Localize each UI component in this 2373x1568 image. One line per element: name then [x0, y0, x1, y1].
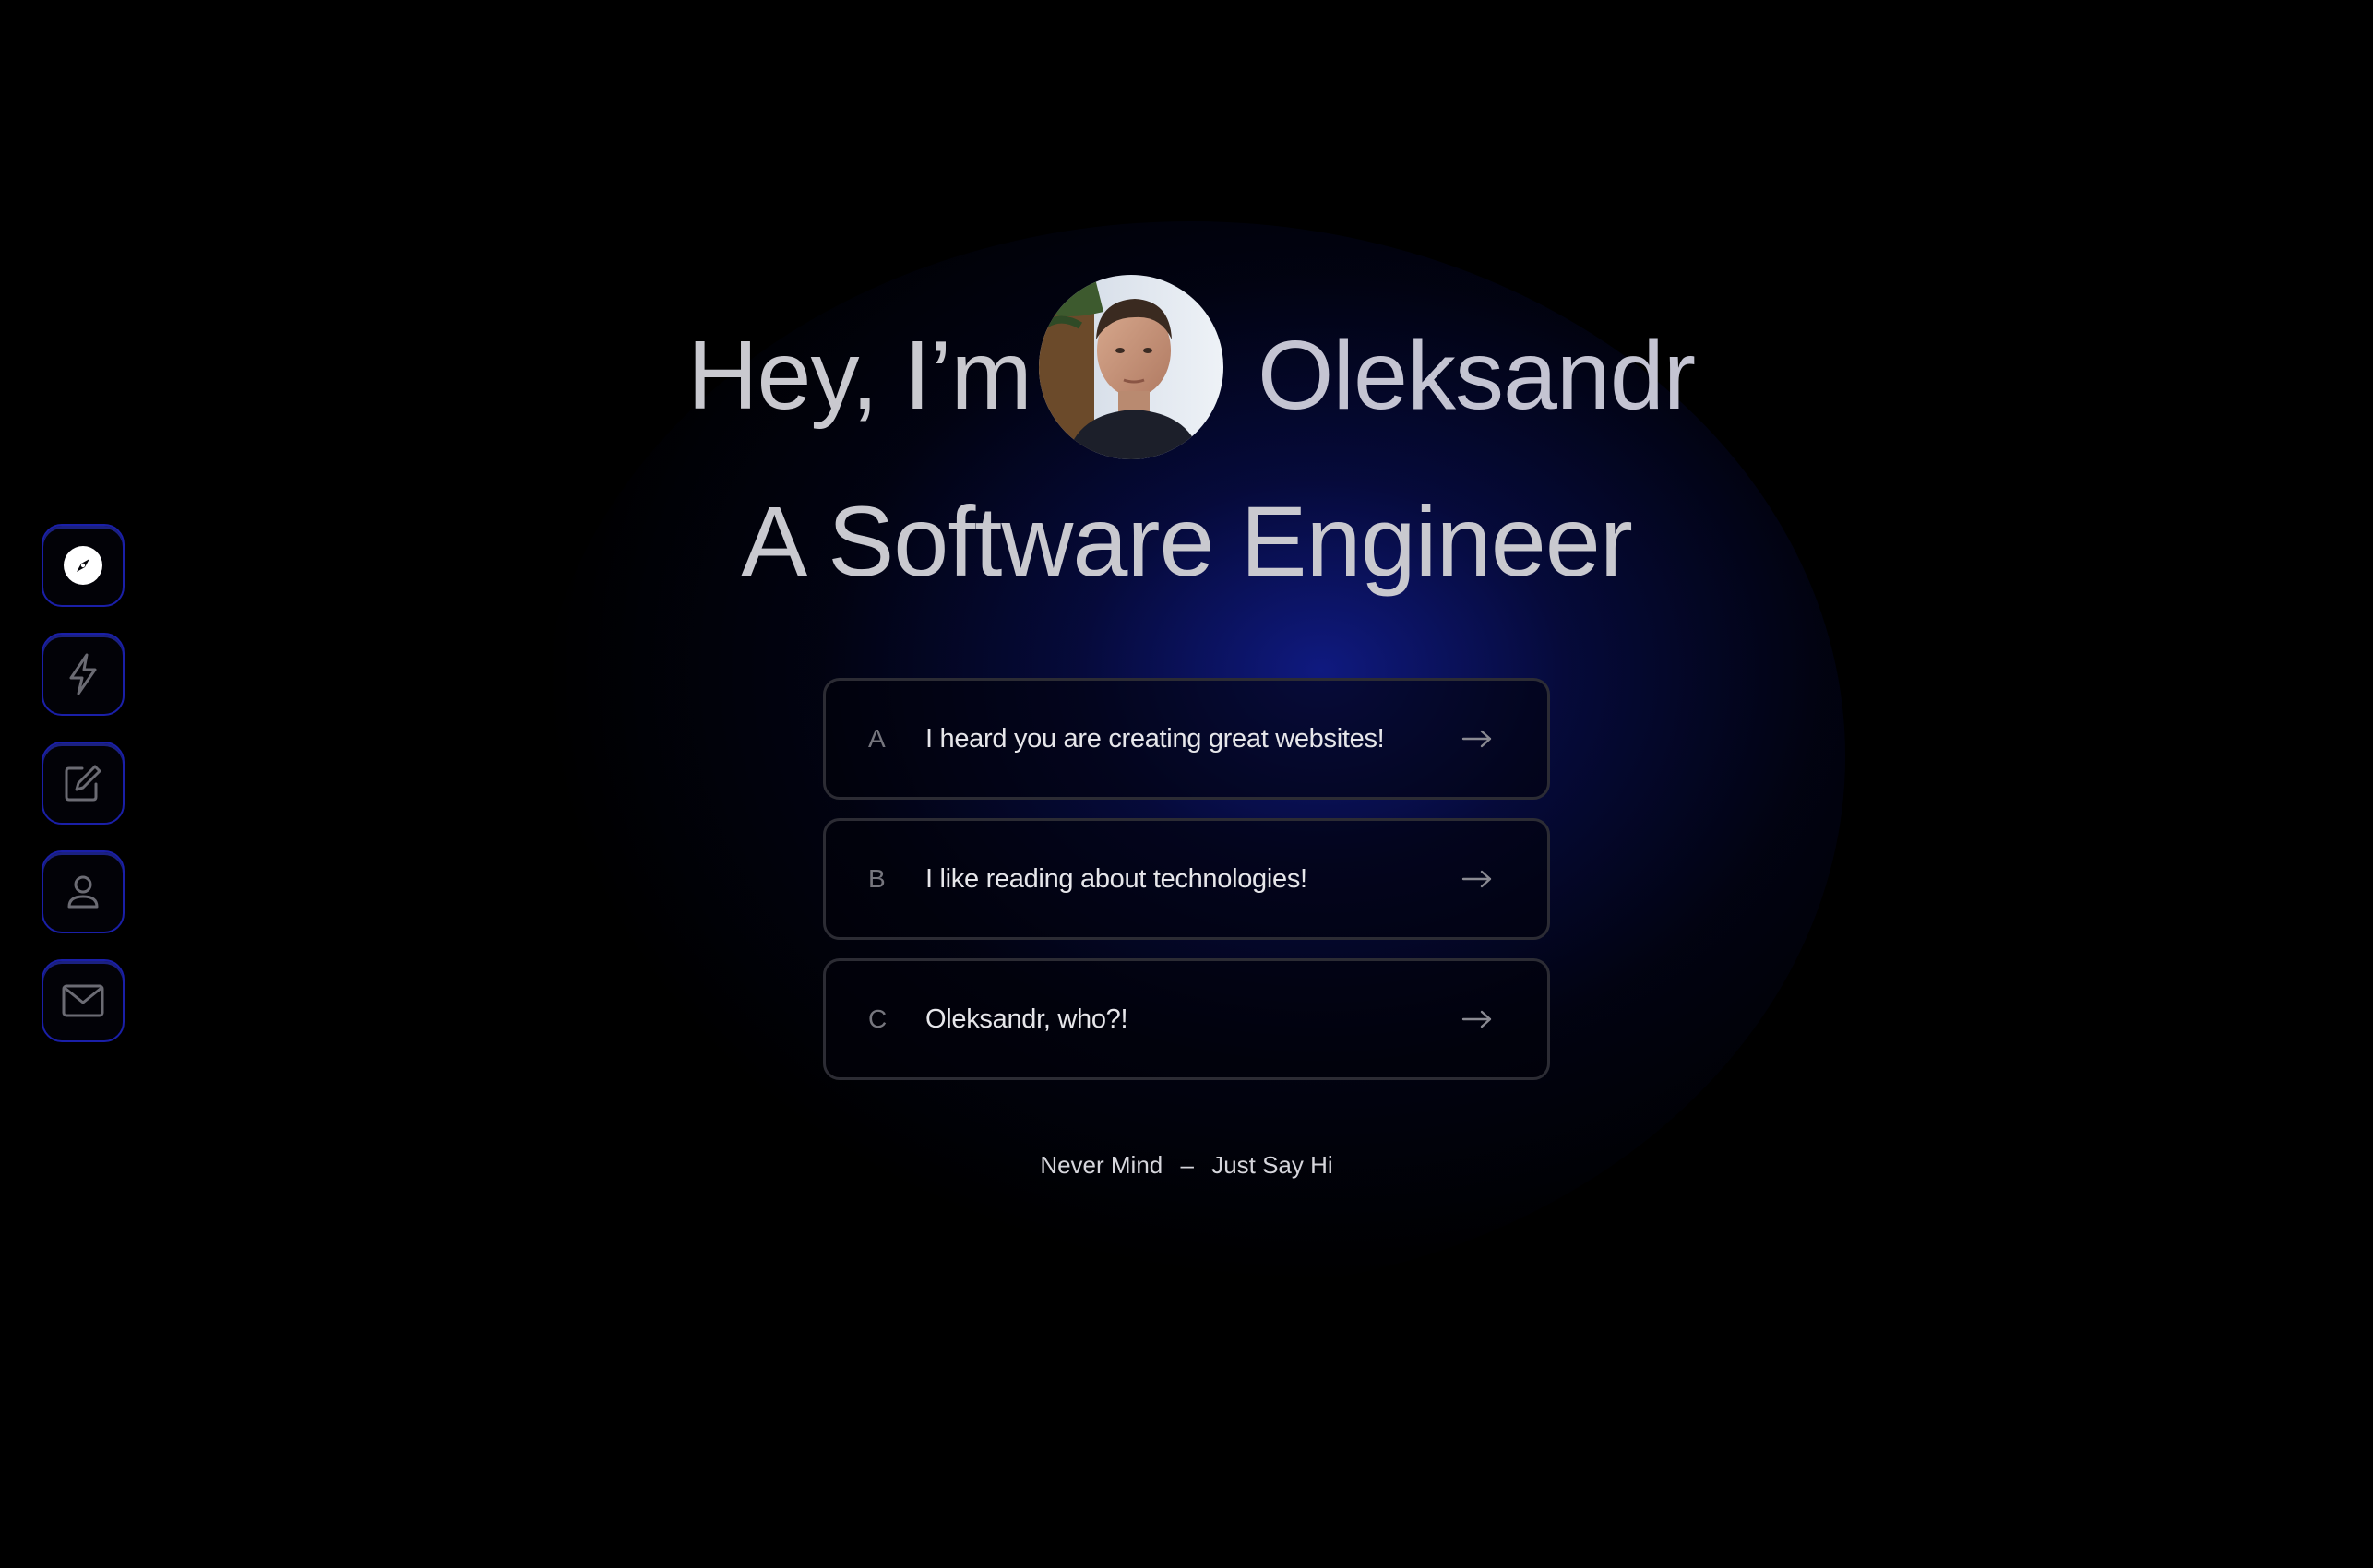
page: Hey, I’m Oleksandr A Software Engineer A… [0, 0, 2373, 1568]
footer-action: Just Say Hi [1211, 1151, 1333, 1179]
user-icon [63, 872, 103, 912]
option-text: Oleksandr, who?! [925, 1004, 1128, 1034]
sidebar-item-contact[interactable] [42, 959, 125, 1042]
option-letter: B [868, 864, 886, 893]
lightning-icon [63, 652, 103, 696]
option-letter: C [868, 1004, 888, 1033]
sidebar-item-projects[interactable] [42, 633, 125, 716]
options-list: A I heard you are creating great website… [823, 678, 1550, 1099]
hero-role: A Software Engineer [741, 485, 1633, 597]
avatar [1039, 275, 1223, 459]
option-c-button[interactable]: C Oleksandr, who?! [823, 958, 1550, 1080]
hero-greeting: Hey, I’m [687, 321, 1032, 430]
hero-heading: Hey, I’m Oleksandr [0, 275, 2373, 469]
arrow-right-icon [1459, 729, 1496, 749]
footer-separator: – [1180, 1151, 1194, 1179]
option-text: I heard you are creating great websites! [925, 723, 1385, 754]
just-say-hi-link[interactable]: Never Mind – Just Say Hi [0, 1151, 2373, 1180]
option-text: I like reading about technologies! [925, 863, 1307, 894]
arrow-right-icon [1459, 869, 1496, 889]
option-a-button[interactable]: A I heard you are creating great website… [823, 678, 1550, 800]
edit-icon [62, 762, 104, 804]
sidebar-item-about[interactable] [42, 850, 125, 933]
hero-name: Oleksandr [1258, 321, 1696, 430]
option-letter: A [868, 724, 886, 753]
footer-prefix: Never Mind [1040, 1151, 1163, 1179]
arrow-right-icon [1459, 1009, 1496, 1029]
option-b-button[interactable]: B I like reading about technologies! [823, 818, 1550, 940]
sidebar-item-blog[interactable] [42, 742, 125, 825]
sidebar-nav [42, 524, 130, 1068]
mail-icon [61, 982, 105, 1019]
